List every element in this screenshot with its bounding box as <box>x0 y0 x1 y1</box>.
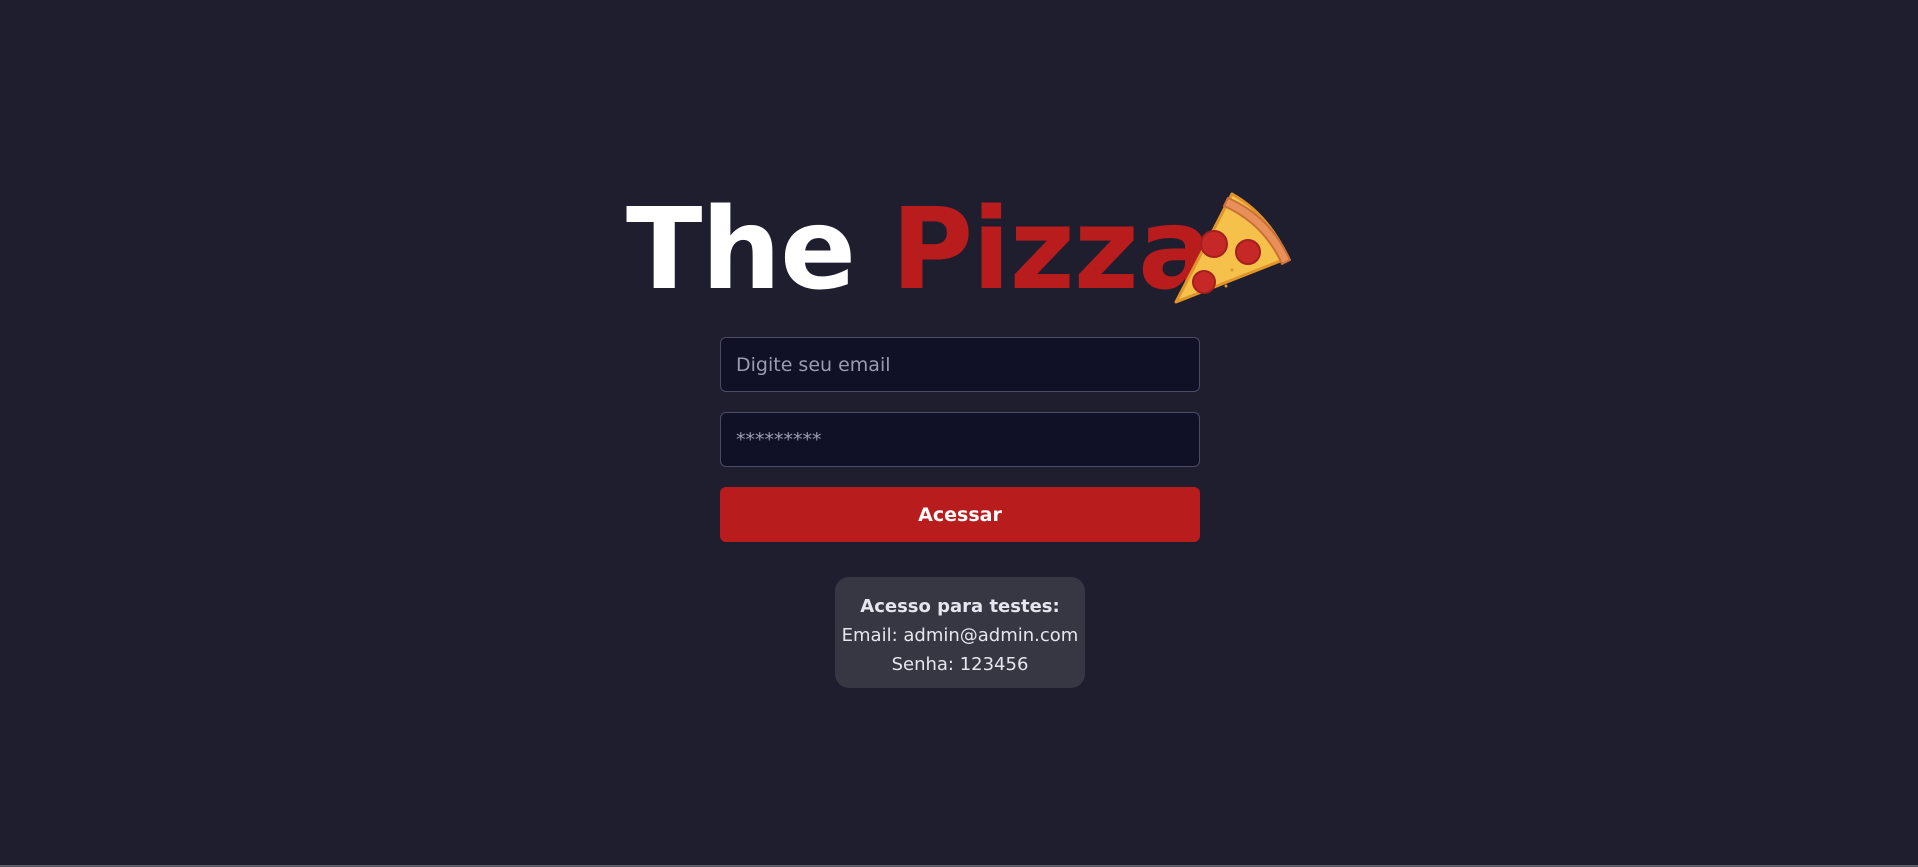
test-access-password: Senha: 123456 <box>891 654 1029 675</box>
email-input[interactable] <box>720 337 1200 392</box>
logo-word-pizza: Pizza <box>891 185 1213 315</box>
test-access-title: Acesso para testes: <box>860 596 1060 617</box>
password-input[interactable] <box>720 412 1200 467</box>
login-form: Acessar <box>720 337 1200 542</box>
pizza-slice-icon <box>1174 192 1291 304</box>
login-page: The Pizza Acessar Acesso para testes: Em… <box>0 0 1918 867</box>
test-access-info: Acesso para testes: Email: admin@admin.c… <box>835 577 1085 688</box>
app-logo: The Pizza <box>626 185 1214 315</box>
test-access-email: Email: admin@admin.com <box>841 625 1079 646</box>
logo-word-the: The <box>626 185 856 315</box>
login-button[interactable]: Acessar <box>720 487 1200 542</box>
